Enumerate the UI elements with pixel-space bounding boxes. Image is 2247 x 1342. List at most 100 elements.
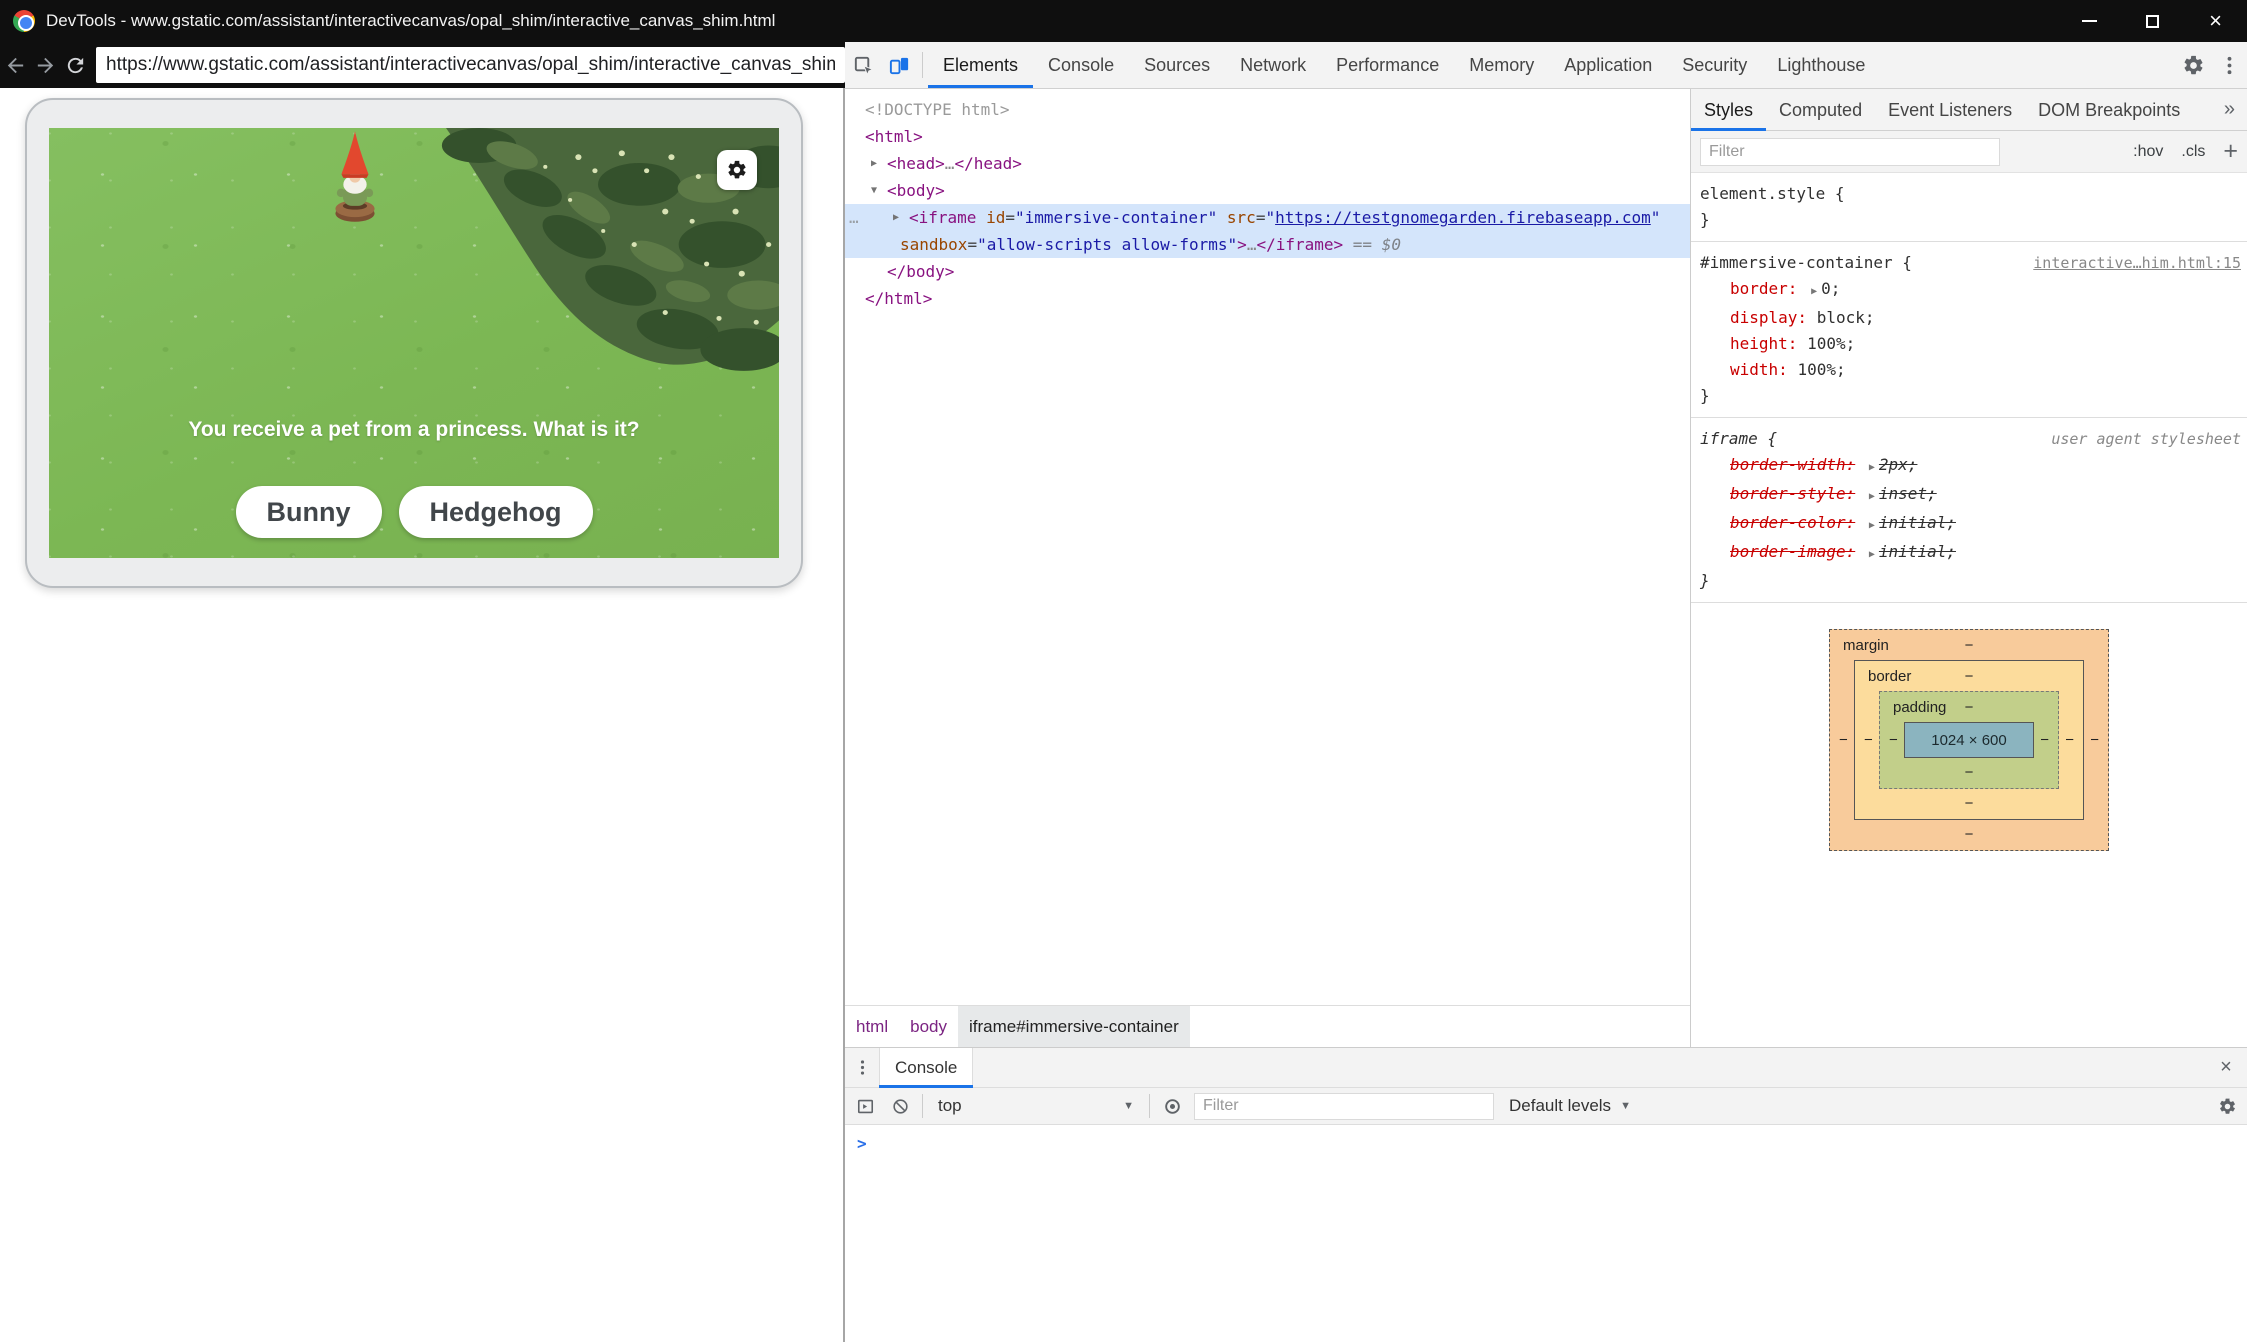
css-property[interactable]: width: 100%; [1700,357,2239,383]
dom-breadcrumb-bar: htmlbodyiframe#immersive-container [845,1005,1690,1047]
tab-memory[interactable]: Memory [1454,42,1549,88]
dom-node[interactable]: <!DOCTYPE html> [845,96,1690,123]
css-property[interactable]: border-width: ▶2px; [1700,452,2239,481]
css-property-value: 0; [1821,279,1840,298]
device-toolbar-button[interactable] [881,42,917,88]
css-property[interactable]: border-image: ▶initial; [1700,539,2239,568]
dom-line: ▶<head>…</head> [845,150,1690,177]
live-expression-button[interactable] [1159,1093,1185,1119]
box-model-border[interactable]: border−−−−padding−−−−1024 × 600 [1854,660,2084,820]
reload-button[interactable] [60,42,90,88]
tab-lighthouse[interactable]: Lighthouse [1762,42,1880,88]
sidebar-tab-computed[interactable]: Computed [1766,89,1875,131]
clear-console-button[interactable] [887,1093,913,1119]
box-model-margin[interactable]: margin−−−−border−−−−padding−−−−1024 × 60… [1829,629,2109,851]
execution-context-selector[interactable]: top ▼ [932,1096,1140,1116]
console-prompt-row[interactable]: > [845,1125,2247,1163]
tab-security[interactable]: Security [1667,42,1762,88]
rule-selector[interactable]: iframe [1700,429,1758,448]
console-filter-input[interactable] [1194,1093,1494,1120]
css-property[interactable]: display: block; [1700,305,2239,331]
tab-elements[interactable]: Elements [928,42,1033,88]
dom-node[interactable]: <html> [845,123,1690,150]
dom-node[interactable]: </body> [845,258,1690,285]
kebab-menu-icon [2218,54,2241,77]
box-model-content[interactable]: 1024 × 600 [1904,722,2034,758]
dom-node[interactable]: ▼<body> [845,177,1690,204]
game-device-frame: You receive a pet from a princess. What … [25,98,803,588]
more-tabs-button[interactable]: » [2212,98,2247,121]
devtools-settings-button[interactable] [2175,42,2211,88]
choice-button-bunny[interactable]: Bunny [236,486,382,538]
choice-button-hedgehog[interactable]: Hedgehog [399,486,593,538]
inspect-element-button[interactable] [845,42,881,88]
gear-icon [2218,1097,2237,1116]
log-levels-value: Default levels [1509,1096,1611,1116]
console-sidebar-toggle-button[interactable] [852,1093,878,1119]
maximize-button[interactable] [2121,0,2184,42]
tab-application[interactable]: Application [1549,42,1667,88]
tab-sources[interactable]: Sources [1129,42,1225,88]
log-levels-selector[interactable]: Default levels ▼ [1503,1096,1637,1116]
css-property-name: border-image: [1730,542,1855,561]
back-button[interactable] [0,42,30,88]
collapse-arrow-icon[interactable]: ▼ [871,177,877,204]
rule-selector[interactable]: #immersive-container [1700,253,1893,272]
code-token: "immersive-container" [1015,208,1217,227]
expand-arrow-icon[interactable]: ▶ [1865,462,1879,473]
url-input[interactable] [96,47,845,83]
css-property[interactable]: border: ▶0; [1700,276,2239,305]
minimize-button[interactable] [2058,0,2121,42]
window-controls: × [2058,0,2247,42]
expand-arrow-icon[interactable]: ▶ [1807,286,1821,297]
hedge-illustration [324,128,779,400]
css-property[interactable]: border-style: ▶inset; [1700,481,2239,510]
expand-arrow-icon[interactable]: ▶ [1865,520,1879,531]
breadcrumb-iframe-immersive-container[interactable]: iframe#immersive-container [958,1006,1190,1048]
style-rule: #immersive-container {interactive…him.ht… [1691,242,2247,418]
stylesheet-source-link[interactable]: interactive…him.html:15 [2033,250,2241,276]
gear-icon [726,159,748,181]
forward-button[interactable] [30,42,60,88]
console-drawer-tab[interactable]: Console [879,1048,973,1088]
expand-arrow-icon[interactable]: ▶ [893,204,899,231]
dom-node[interactable]: ▶<head>…</head> [845,150,1690,177]
sidebar-tab-event-listeners[interactable]: Event Listeners [1875,89,2025,131]
tab-network[interactable]: Network [1225,42,1321,88]
drawer-menu-button[interactable] [845,1048,879,1088]
tab-performance[interactable]: Performance [1321,42,1454,88]
devtools-menu-button[interactable] [2211,42,2247,88]
box-model-value: − [1965,795,1974,812]
new-style-rule-button[interactable]: + [2223,139,2238,164]
dom-node-selected[interactable]: …▶<iframe id="immersive-container" src="… [845,204,1690,258]
breadcrumb-html[interactable]: html [845,1006,899,1048]
css-property-value: inset; [1879,484,1937,503]
code-token: = [967,235,977,254]
tab-console[interactable]: Console [1033,42,1129,88]
css-property[interactable]: height: 100%; [1700,331,2239,357]
console-settings-button[interactable] [2214,1093,2240,1119]
rule-selector[interactable]: element.style [1700,184,1825,203]
expand-arrow-icon[interactable]: ▶ [1865,549,1879,560]
css-property[interactable]: border-color: ▶initial; [1700,510,2239,539]
close-button[interactable]: × [2184,0,2247,42]
sidebar-tab-styles[interactable]: Styles [1691,89,1766,131]
console-drawer-header: Console × [845,1048,2247,1088]
toggle-hover-state-button[interactable]: :hov [2133,143,2163,161]
close-drawer-button[interactable]: × [2205,1048,2247,1088]
sidebar-tab-dom-breakpoints[interactable]: DOM Breakpoints [2025,89,2193,131]
toggle-classes-button[interactable]: .cls [2181,143,2205,161]
devtools-main-toolbar: ElementsConsoleSourcesNetworkPerformance… [845,42,2247,89]
box-model-padding[interactable]: padding−−−−1024 × 600 [1879,691,2059,789]
css-property-value: block; [1817,308,1875,327]
browser-nav-bar [0,42,845,88]
dom-line: <html> [845,123,1690,150]
breadcrumb-body[interactable]: body [899,1006,958,1048]
expand-arrow-icon[interactable]: ▶ [1865,491,1879,502]
game-settings-button[interactable] [717,150,757,190]
code-token: … [945,154,955,173]
dom-attribute-link[interactable]: https://testgnomegarden.firebaseapp.com [1275,208,1651,227]
dom-node[interactable]: </html> [845,285,1690,312]
styles-filter-input[interactable] [1700,138,2000,166]
expand-arrow-icon[interactable]: ▶ [871,150,877,177]
